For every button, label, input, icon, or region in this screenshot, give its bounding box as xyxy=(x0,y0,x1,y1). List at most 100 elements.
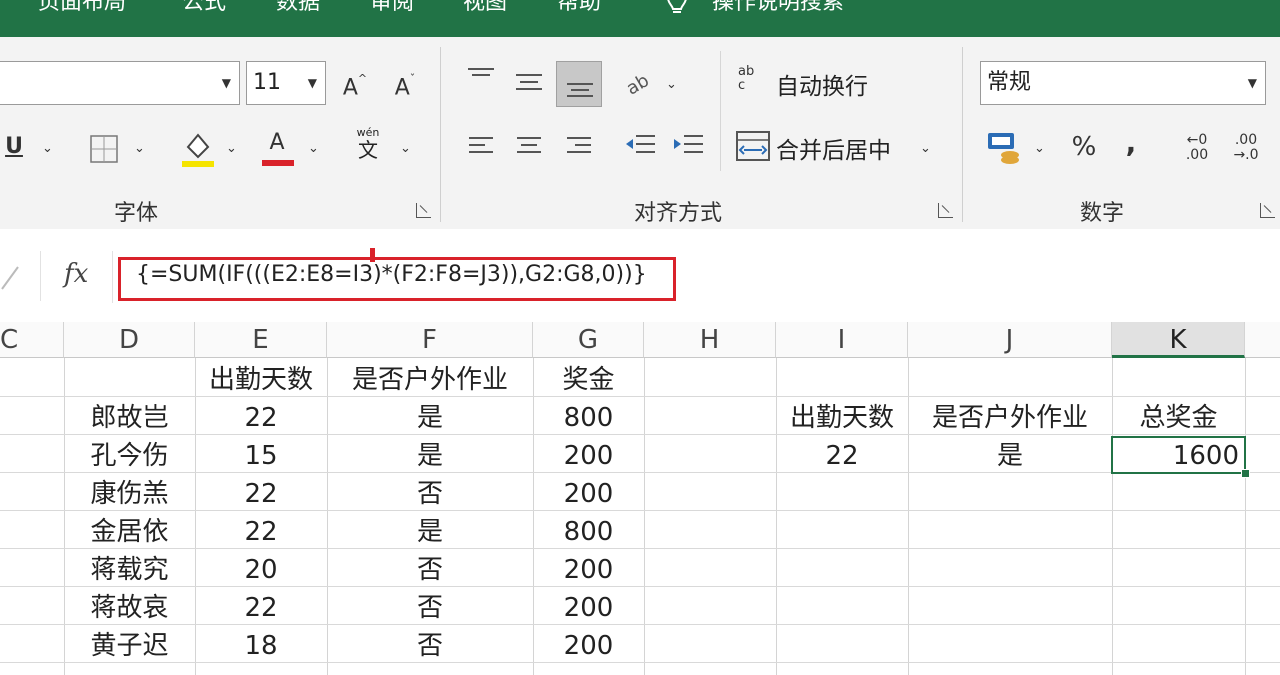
column-header-e[interactable]: E xyxy=(195,322,327,358)
chevron-down-icon[interactable]: ⌄ xyxy=(308,141,319,156)
alignment-group-label: 对齐方式 xyxy=(634,201,723,226)
comma-style-button[interactable]: , xyxy=(1116,121,1146,165)
shrink-font-button[interactable]: Aˇ xyxy=(390,61,420,105)
insert-function-icon[interactable]: fx xyxy=(64,259,88,289)
orientation-icon[interactable]: ab xyxy=(624,67,658,97)
align-bottom-button[interactable] xyxy=(556,61,602,107)
chevron-down-icon[interactable]: ⌄ xyxy=(226,141,237,156)
align-center-icon[interactable] xyxy=(516,135,542,157)
tab-data[interactable]: 数据 xyxy=(276,0,320,18)
align-right-icon[interactable] xyxy=(566,135,592,157)
font-color-button[interactable]: A xyxy=(262,121,292,165)
cell-bonus[interactable]: 800 xyxy=(533,513,644,551)
chevron-down-icon[interactable]: ⌄ xyxy=(42,141,53,156)
chevron-down-icon[interactable]: ⌄ xyxy=(400,141,411,156)
column-header-h[interactable]: H xyxy=(644,322,776,358)
fill-handle[interactable] xyxy=(1241,469,1250,478)
font-dialog-launcher-icon[interactable] xyxy=(416,203,431,218)
decrease-indent-icon[interactable] xyxy=(624,133,656,159)
align-middle-icon[interactable] xyxy=(514,71,544,93)
cell-bonus[interactable]: 200 xyxy=(533,437,644,475)
cell-outdoor[interactable]: 否 xyxy=(327,551,533,589)
criteria-header-total[interactable]: 总奖金 xyxy=(1112,399,1245,437)
header-cell-outdoor[interactable]: 是否户外作业 xyxy=(327,361,533,399)
fill-color-icon[interactable] xyxy=(180,129,216,169)
align-top-icon[interactable] xyxy=(466,67,496,87)
tab-review[interactable]: 审阅 xyxy=(370,0,414,18)
percent-style-button[interactable]: % xyxy=(1066,125,1102,169)
criteria-days-value[interactable]: 22 xyxy=(776,437,908,475)
wrap-text-button[interactable]: 自动换行 xyxy=(776,67,868,101)
cell-outdoor[interactable]: 否 xyxy=(327,475,533,513)
header-cell-bonus[interactable]: 奖金 xyxy=(533,361,644,399)
cell-outdoor[interactable]: 否 xyxy=(327,589,533,627)
number-format-combo[interactable]: 常规 ▼ xyxy=(980,61,1266,105)
cell-name[interactable]: 蒋载究 xyxy=(64,551,195,589)
tab-formulas[interactable]: 公式 xyxy=(182,0,226,18)
cell-days[interactable]: 20 xyxy=(195,551,327,589)
column-header-k[interactable]: K xyxy=(1112,322,1245,358)
increase-decimal-button[interactable]: ←0 .00 xyxy=(1180,133,1214,163)
cell-outdoor[interactable]: 否 xyxy=(327,627,533,665)
header-cell-days[interactable]: 出勤天数 xyxy=(195,361,327,399)
borders-icon[interactable] xyxy=(90,135,118,163)
tab-help[interactable]: 帮助 xyxy=(557,0,601,18)
chevron-down-icon[interactable]: ⌄ xyxy=(666,77,677,92)
cell-name[interactable]: 康伤羔 xyxy=(64,475,195,513)
cell-name[interactable]: 金居依 xyxy=(64,513,195,551)
number-format-value: 常规 xyxy=(987,70,1032,95)
cell-days[interactable]: 22 xyxy=(195,513,327,551)
cell-days[interactable]: 18 xyxy=(195,627,327,665)
chevron-down-icon[interactable]: ⌄ xyxy=(920,141,931,156)
cell-bonus[interactable]: 200 xyxy=(533,551,644,589)
column-header-d[interactable]: D xyxy=(64,322,195,358)
cell-outdoor[interactable]: 是 xyxy=(327,399,533,437)
decrease-decimal-top: .00 xyxy=(1234,132,1258,148)
increase-indent-icon[interactable] xyxy=(672,133,704,159)
chevron-down-icon[interactable]: ⌄ xyxy=(1034,141,1045,156)
criteria-outdoor-value[interactable]: 是 xyxy=(908,437,1112,475)
merge-center-button[interactable]: 合并后居中 xyxy=(776,131,891,165)
cell-name[interactable]: 蒋故哀 xyxy=(64,589,195,627)
tell-me-search[interactable]: 操作说明搜索 xyxy=(712,0,844,18)
tab-page-layout[interactable]: 页面布局 xyxy=(38,0,126,18)
cell-bonus[interactable]: 800 xyxy=(533,399,644,437)
column-header-f[interactable]: F xyxy=(327,322,533,358)
align-left-icon[interactable] xyxy=(468,135,494,157)
cell-days[interactable]: 22 xyxy=(195,475,327,513)
cell-name[interactable]: 黄子迟 xyxy=(64,627,195,665)
cell-outdoor[interactable]: 是 xyxy=(327,437,533,475)
cell-bonus[interactable]: 200 xyxy=(533,475,644,513)
cell-days[interactable]: 15 xyxy=(195,437,327,475)
cell-bonus[interactable]: 200 xyxy=(533,627,644,665)
font-size-combo[interactable]: 11 ▼ xyxy=(246,61,326,105)
decrease-decimal-button[interactable]: .00 →.0 xyxy=(1228,133,1264,163)
column-header-g[interactable]: G xyxy=(533,322,644,358)
accounting-format-icon[interactable] xyxy=(986,131,1022,165)
font-color-icon: A xyxy=(269,130,285,155)
alignment-dialog-launcher-icon[interactable] xyxy=(938,203,953,218)
criteria-header-days[interactable]: 出勤天数 xyxy=(776,399,908,437)
cell-bonus[interactable]: 200 xyxy=(533,589,644,627)
column-header-i[interactable]: I xyxy=(776,322,908,358)
font-name-combo[interactable]: ▼ xyxy=(0,61,240,105)
column-header-j[interactable]: J xyxy=(908,322,1112,358)
enter-check-icon[interactable] xyxy=(0,265,22,291)
font-color-swatch xyxy=(262,160,294,166)
criteria-header-outdoor[interactable]: 是否户外作业 xyxy=(908,399,1112,437)
phonetic-guide-button[interactable]: wén 文 xyxy=(354,127,382,162)
formula-text[interactable]: {=SUM(IF(((E2:E8=I3)*(F2:F8=J3)),G2:G8,0… xyxy=(136,262,647,287)
cell-days[interactable]: 22 xyxy=(195,589,327,627)
column-header-c[interactable]: C xyxy=(0,322,64,358)
cell-outdoor[interactable]: 是 xyxy=(327,513,533,551)
number-dialog-launcher-icon[interactable] xyxy=(1260,203,1275,218)
cell-days[interactable]: 22 xyxy=(195,399,327,437)
formula-bar: fx {=SUM(IF(((E2:E8=I3)*(F2:F8=J3)),G2:G… xyxy=(0,229,1280,323)
chevron-down-icon[interactable]: ⌄ xyxy=(134,141,145,156)
underline-button[interactable]: U xyxy=(2,125,26,169)
grow-font-button[interactable]: A^ xyxy=(340,61,370,105)
tab-view[interactable]: 视图 xyxy=(463,0,507,18)
column-header-next[interactable] xyxy=(1245,322,1280,358)
cell-name[interactable]: 郎故岂 xyxy=(64,399,195,437)
cell-name[interactable]: 孔今伤 xyxy=(64,437,195,475)
